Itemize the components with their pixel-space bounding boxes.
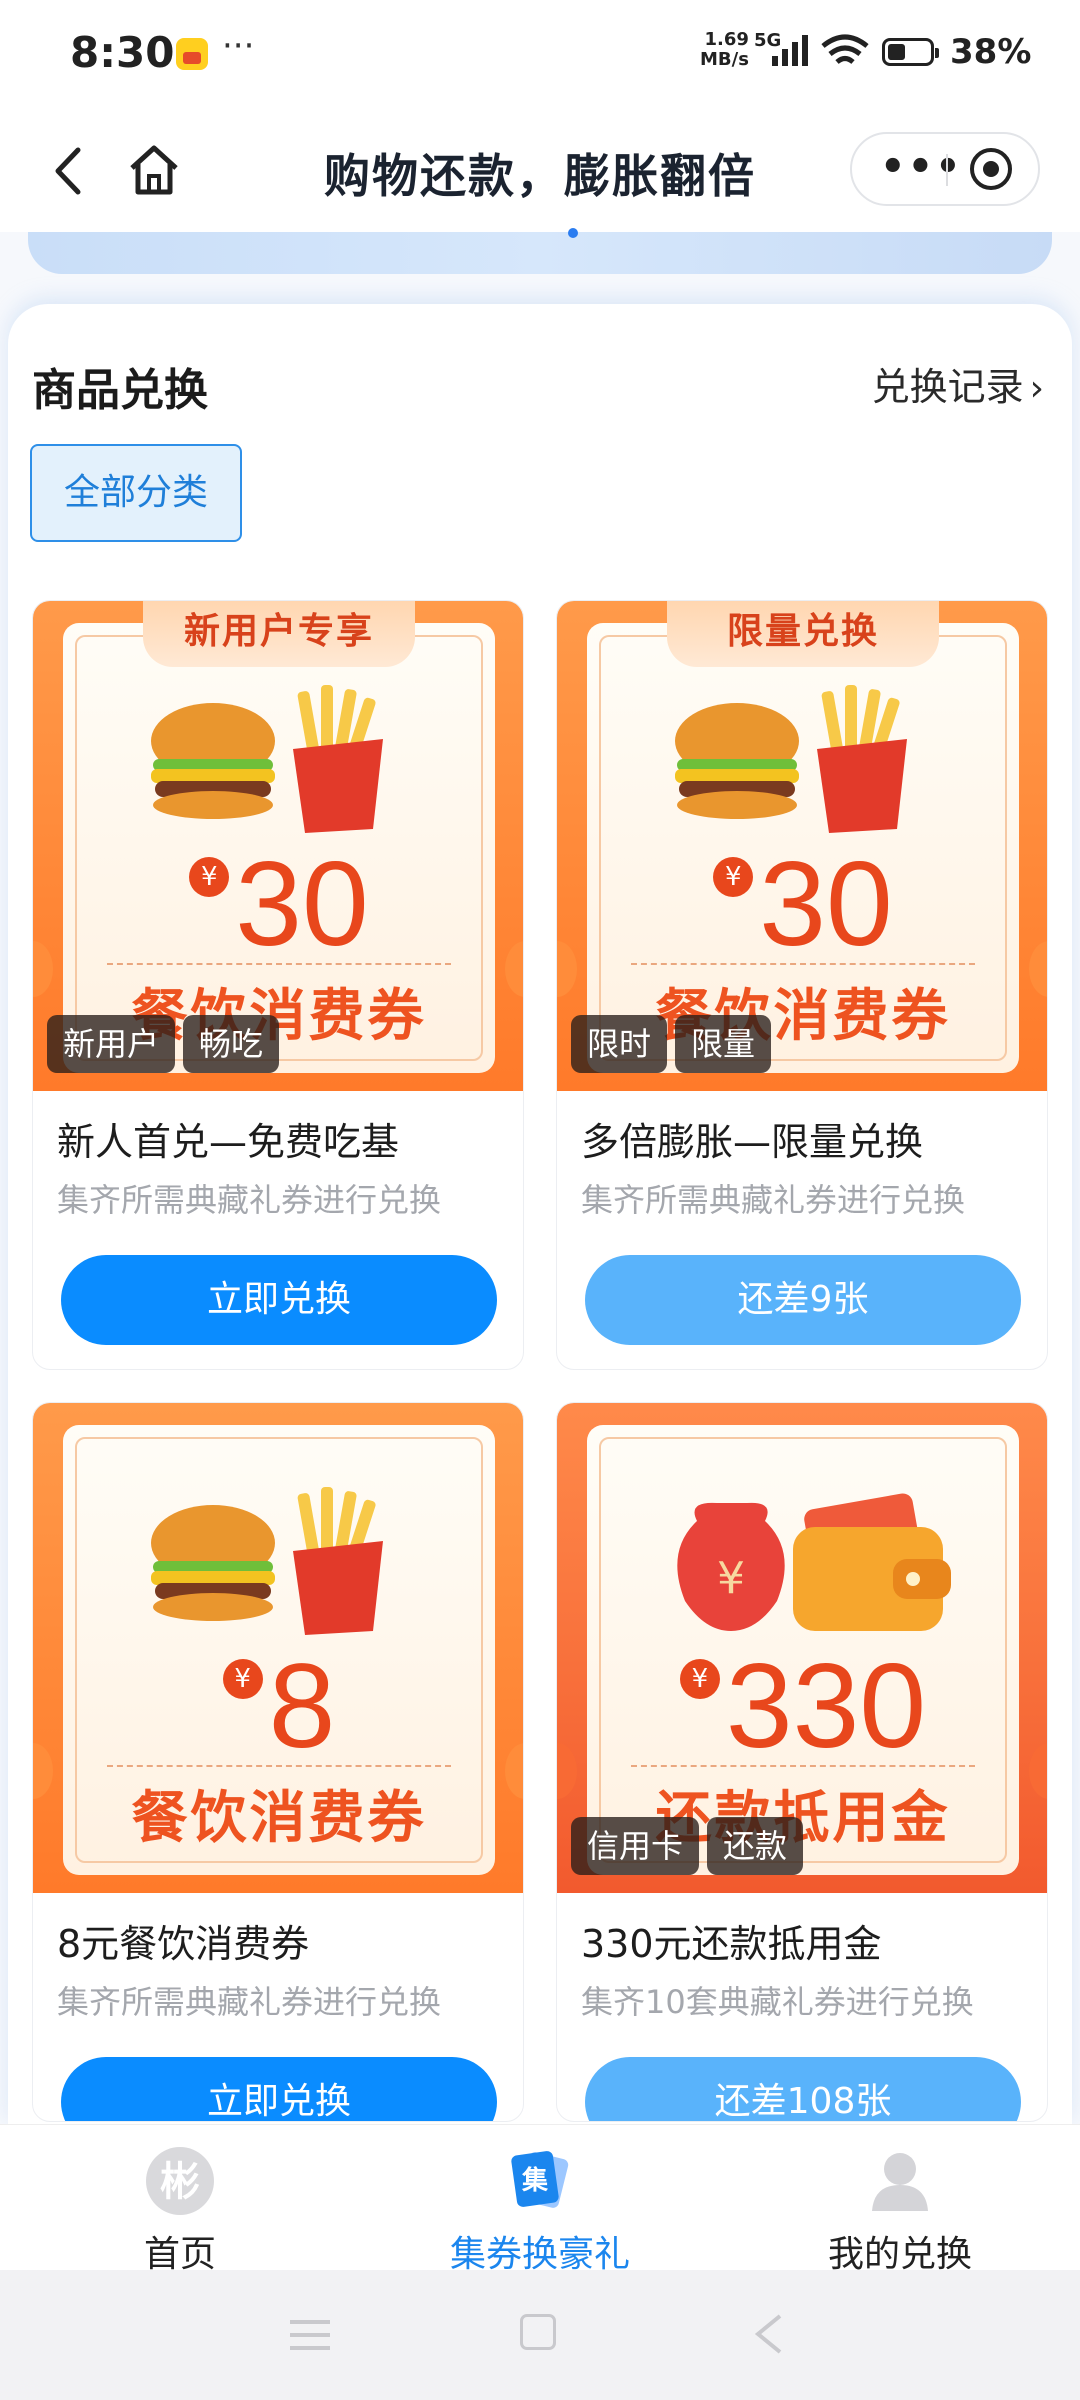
- price-value: 30: [759, 837, 893, 971]
- tab-my-exchange[interactable]: 我的兑换: [770, 2125, 1030, 2275]
- price-value: 8: [268, 1639, 336, 1773]
- miniprogram-capsule: •••: [850, 132, 1040, 206]
- tag: 限时: [571, 1015, 668, 1073]
- coupon-type: 餐饮消费券: [131, 1786, 427, 1851]
- wifi-icon: [821, 34, 869, 64]
- coupon-price: ¥30: [557, 837, 1047, 971]
- system-home-icon[interactable]: [520, 2314, 556, 2350]
- dashed-divider: [631, 963, 975, 965]
- exchange-record-link[interactable]: 兑换记录 ›: [872, 356, 1044, 411]
- dashed-divider: [107, 963, 451, 965]
- svg-text:集: 集: [521, 2165, 549, 2196]
- coupon-price: ¥30: [33, 837, 523, 971]
- burger-fries-icon: [151, 1487, 383, 1635]
- banner-carousel[interactable]: [28, 232, 1052, 274]
- tag-group: 新用户 畅吃: [47, 1015, 287, 1073]
- system-back-icon[interactable]: [752, 2314, 788, 2354]
- yen-icon: ¥: [679, 1659, 720, 1699]
- coupon-poster: ¥ ¥330 还款抵用金 信用卡 还款: [557, 1403, 1047, 1893]
- bottom-tab-bar: 彬 首页 集 集券换豪礼 我的兑换: [0, 2124, 1080, 2275]
- exchange-record-label: 兑换记录: [871, 365, 1024, 409]
- product-desc: 集齐所需典藏礼券进行兑换: [57, 1983, 442, 2021]
- coupon-ribbon: 限量兑换: [667, 601, 939, 667]
- tag: 畅吃: [183, 1015, 280, 1073]
- burger-fries-icon: [675, 685, 907, 833]
- tag: 新用户: [47, 1015, 176, 1073]
- product-card[interactable]: 限量兑换 ¥30 餐饮消费券 限时 限量 多倍膨胀—限量兑换 集齐所需典藏礼券进行…: [556, 600, 1048, 1370]
- status-bar: 8:30 ··· 1.69 MB/s 5G 38%: [0, 0, 1080, 108]
- product-title: 新人首兑—免费吃基: [57, 1120, 400, 1164]
- svg-text:¥: ¥: [717, 1553, 745, 1604]
- remaining-needed-button[interactable]: 还差108张: [585, 2057, 1021, 2121]
- price-value: 330: [725, 1639, 927, 1773]
- product-title: 330元还款抵用金: [581, 1922, 882, 1966]
- category-filter-button[interactable]: 全部分类: [30, 444, 242, 542]
- battery-icon: [882, 38, 939, 66]
- tag: 限量: [675, 1015, 772, 1073]
- redeem-button[interactable]: 立即兑换: [61, 1255, 497, 1345]
- coupon-poster: ¥8 餐饮消费券: [33, 1403, 523, 1893]
- product-card[interactable]: 新用户专享 ¥30 餐饮消费券 新用户 畅吃 新人首兑—免费吃基 集齐所需典藏礼券…: [32, 600, 524, 1370]
- coupon-price: ¥330: [557, 1639, 1047, 1773]
- tag-group: 信用卡 还款: [571, 1817, 811, 1875]
- tab-coupon-gifts[interactable]: 集 集券换豪礼: [410, 2125, 670, 2275]
- close-miniprogram-icon[interactable]: [970, 148, 1012, 190]
- app-notification-icon: [176, 38, 208, 70]
- more-menu-icon[interactable]: •••: [880, 144, 963, 190]
- system-nav-bar: [0, 2270, 1080, 2400]
- tag: 信用卡: [571, 1817, 700, 1875]
- yen-icon: ¥: [222, 1659, 263, 1699]
- user-icon: [872, 2153, 928, 2211]
- home-logo-icon: 彬: [146, 2147, 214, 2215]
- product-title: 8元餐饮消费券: [57, 1922, 310, 1966]
- signal-icon: [772, 35, 808, 66]
- product-title: 多倍膨胀—限量兑换: [581, 1120, 924, 1164]
- product-card[interactable]: ¥8 餐饮消费券 8元餐饮消费券 集齐所需典藏礼券进行兑换 立即兑换: [32, 1402, 524, 2122]
- redeem-button[interactable]: 立即兑换: [61, 2057, 497, 2121]
- product-desc: 集齐所需典藏礼券进行兑换: [57, 1181, 442, 1219]
- product-desc: 集齐10套典藏礼券进行兑换: [581, 1983, 974, 2021]
- coupon-poster: 限量兑换 ¥30 餐饮消费券 限时 限量: [557, 601, 1047, 1091]
- chevron-right-icon: ›: [1029, 368, 1044, 409]
- yen-icon: ¥: [713, 857, 754, 897]
- network-speed-unit: MB/s: [700, 49, 749, 70]
- status-more: ···: [222, 26, 255, 66]
- section-title: 商品兑换: [32, 365, 208, 416]
- coupon-poster: 新用户专享 ¥30 餐饮消费券 新用户 畅吃: [33, 601, 523, 1091]
- svg-text:彬: 彬: [160, 2159, 200, 2205]
- status-time: 8:30: [70, 28, 175, 77]
- burger-fries-icon: [151, 685, 383, 833]
- tab-home[interactable]: 彬 首页: [50, 2125, 310, 2275]
- product-card[interactable]: ¥ ¥330 还款抵用金 信用卡 还款 330元还款抵用金 集齐10套典藏礼券进行…: [556, 1402, 1048, 2122]
- remaining-needed-button[interactable]: 还差9张: [585, 1255, 1021, 1345]
- capsule-divider: [946, 154, 948, 186]
- tag: 还款: [707, 1817, 804, 1875]
- product-desc: 集齐所需典藏礼券进行兑换: [581, 1181, 966, 1219]
- coupon-price: ¥8: [33, 1639, 523, 1773]
- network-speed-value: 1.69: [704, 29, 749, 50]
- coupon-collect-icon: 集: [511, 2151, 569, 2208]
- dashed-divider: [107, 1765, 451, 1767]
- nav-bar: 购物还款，膨胀翻倍 •••: [0, 108, 1080, 232]
- money-bag-wallet-icon: ¥: [677, 1493, 951, 1631]
- yen-icon: ¥: [189, 857, 230, 897]
- carousel-indicator: [568, 228, 578, 238]
- tag-group: 限时 限量: [571, 1015, 779, 1073]
- recent-apps-icon[interactable]: [290, 2318, 330, 2352]
- coupon-ribbon: 新用户专享: [143, 601, 415, 667]
- battery-level: 38%: [950, 32, 1032, 72]
- dashed-divider: [631, 1765, 975, 1767]
- price-value: 30: [235, 837, 369, 971]
- network-speed: 1.69 MB/s: [700, 30, 749, 70]
